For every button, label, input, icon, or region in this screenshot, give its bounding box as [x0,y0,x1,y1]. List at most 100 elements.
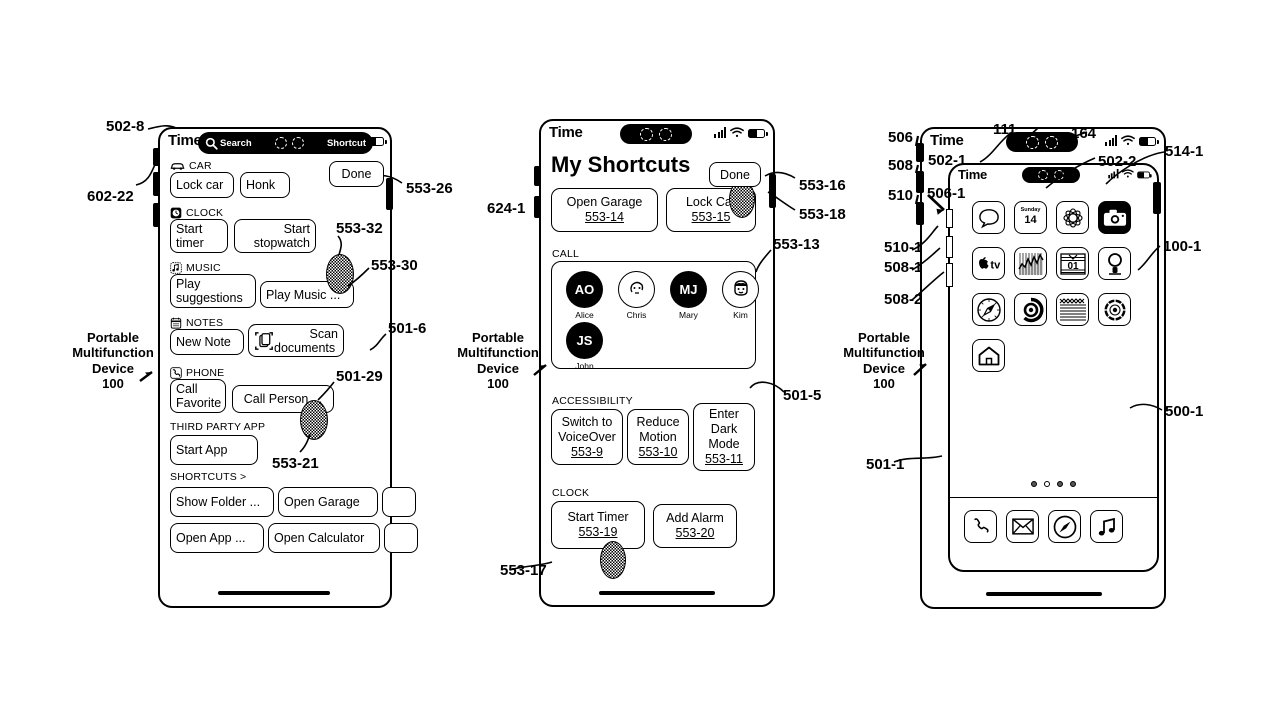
app-icon-messages[interactable] [972,201,1005,234]
device-3-button-510[interactable] [916,202,924,225]
shortcut-button-lock-car[interactable]: Lock car [170,172,234,198]
ref-553-17: 553-17 [500,562,547,579]
button-label-line1: Start [176,222,203,236]
svg-text:01: 01 [1067,261,1079,272]
app-icon-app-store[interactable] [1014,293,1047,326]
device-3-button-508[interactable] [916,171,924,193]
section-header-third-party-app: THIRD PARTY APP [170,421,265,433]
ref-553-32: 553-32 [336,220,383,237]
avatar: JS [566,322,603,359]
done-button-device-1[interactable]: Done [329,161,384,187]
device-2-side-button-right[interactable] [769,174,776,208]
contact-alice[interactable]: AO Alice [566,271,603,320]
device-2-side-button-low[interactable] [534,196,541,218]
shortcut-button-partial-1[interactable] [382,487,416,517]
device-3-inner-button-508-1[interactable] [946,236,953,258]
shortcut-label: Shortcut [326,137,366,149]
app-icon-calendar[interactable]: Sunday 14 [1014,201,1047,234]
app-icon-photos[interactable] [1056,201,1089,234]
status-time: Time [549,124,583,141]
app-icon-podcasts[interactable] [1098,247,1131,280]
button-label-line2: stopwatch [253,236,310,250]
app-icon-home[interactable] [972,339,1005,372]
dock-icon-mail[interactable] [1006,510,1039,543]
button-label: Play Music ... [266,287,341,302]
app-icon-stocks[interactable] [1014,247,1047,280]
device-3-button-right-514-1[interactable] [1153,182,1161,214]
page-dot-3[interactable] [1057,481,1063,487]
dock-icon-music[interactable] [1090,510,1123,543]
touch-contact-553-32 [326,254,354,294]
ref-501-5: 501-5 [783,387,822,404]
car-icon [170,161,185,171]
search-shortcut-pill[interactable]: Search Shortcut [198,132,373,154]
shortcut-button-start-stopwatch[interactable]: Start stopwatch [234,219,316,253]
shortcut-reduce-motion[interactable]: Reduce Motion 553-10 [627,409,689,465]
shortcut-button-show-folder[interactable]: Show Folder ... [170,487,274,517]
app-icon-books[interactable] [1056,293,1089,326]
shortcut-switch-to-voiceover[interactable]: Switch to VoiceOver 553-9 [551,409,623,465]
avatar-initials: AO [574,282,595,297]
shortcut-button-open-app[interactable]: Open App ... [170,523,264,553]
caption-line-1: Portable [857,330,910,345]
shortcut-start-timer[interactable]: Start Timer 553-19 [551,501,645,549]
touch-contact-553-17 [600,541,626,579]
page-dots[interactable] [950,481,1157,487]
caption-line-2: Multifunction [843,345,925,361]
device-1-side-button-mid[interactable] [153,172,160,196]
button-label-line2: documents [274,340,336,355]
page-dot-1[interactable] [1031,481,1037,487]
app-icon-compass[interactable] [972,293,1005,326]
button-ref: 553-19 [578,525,618,539]
button-ref: 553-15 [691,210,731,224]
dock-icon-safari[interactable] [1048,510,1081,543]
dock [950,497,1157,570]
done-button-device-2[interactable]: Done [709,162,761,187]
device-3-button-506[interactable] [916,143,924,162]
device-1-side-button-right[interactable] [386,178,393,210]
contact-john[interactable]: JS John [566,322,603,371]
button-label-line1: Play [176,277,201,291]
shortcut-button-start-app[interactable]: Start App [170,435,258,465]
dock-icon-phone[interactable] [964,510,997,543]
shortcut-button-open-garage[interactable]: Open Garage [278,487,378,517]
device-2-side-button-top[interactable] [534,166,541,186]
app-icon-apple-tv[interactable]: tv [972,247,1005,280]
app-icon-news[interactable]: 01 [1056,247,1089,280]
shortcut-open-garage[interactable]: Open Garage 553-14 [551,188,658,232]
app-icon-settings[interactable] [1098,293,1131,326]
button-label-line2: timer [176,236,204,250]
shortcut-button-honk[interactable]: Honk [240,172,290,198]
contact-name: Kim [733,310,748,320]
device-2-caption: Portable Multifunction Device 100 [443,330,553,391]
contact-mary[interactable]: MJ Mary [670,271,707,320]
page-dot-4[interactable] [1070,481,1076,487]
page-dot-2[interactable] [1044,481,1050,487]
section-header-music: MUSIC [170,262,221,274]
app-icon-camera[interactable] [1098,201,1131,234]
device-3-inner-button-506-1[interactable] [946,209,953,228]
shortcut-add-alarm[interactable]: Add Alarm 553-20 [653,504,737,548]
ref-510: 510 [888,187,914,204]
shortcut-button-scan-documents[interactable]: Scan documents [248,324,344,357]
shortcut-button-play-suggestions[interactable]: Play suggestions [170,274,256,308]
button-label: Lock car [176,178,224,192]
caption-line-4: 100 [102,375,124,391]
contact-chris[interactable]: Chris [618,271,655,320]
button-label: Done [341,167,372,181]
device-3-inner-button-508-2[interactable] [946,263,953,287]
device-3-caption: Portable Multifunction Device 100 [828,330,940,391]
shortcut-button-open-calculator[interactable]: Open Calculator [268,523,380,553]
ref-602-22: 602-22 [87,188,134,205]
caption-line-4: 100 [873,375,895,391]
shortcut-button-start-timer[interactable]: Start timer [170,219,228,253]
shortcut-button-new-note[interactable]: New Note [170,329,244,355]
contact-kim[interactable]: Kim [722,271,759,320]
device-1-side-button-top[interactable] [153,148,160,166]
caption-line-1: Portable [86,330,139,345]
shortcut-enter-dark-mode[interactable]: Enter Dark Mode 553-11 [693,403,755,471]
shortcut-button-call-favorite[interactable]: Call Favorite [170,379,226,413]
device-1-side-button-low[interactable] [153,203,160,227]
shortcut-button-partial-2[interactable] [384,523,418,553]
face-icon [729,278,753,302]
